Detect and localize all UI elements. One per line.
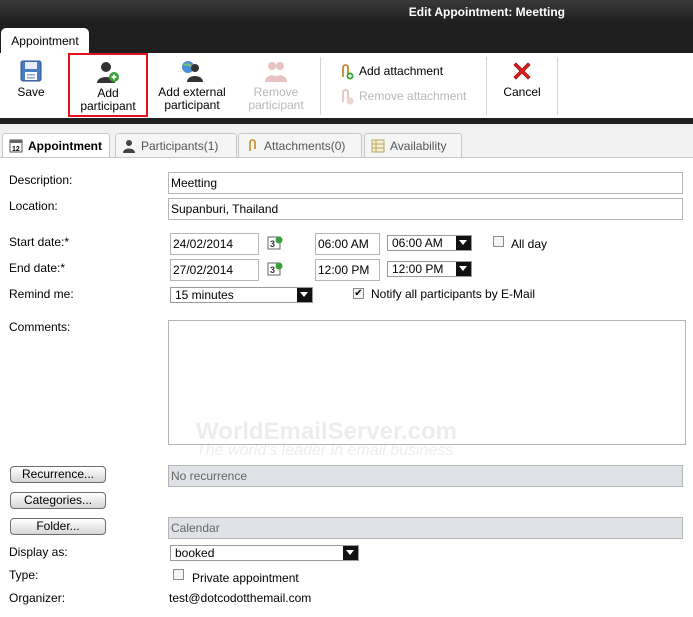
section-tabs: 12 Appointment Participants(1) Attachmen… [0,124,693,158]
add-person-icon [97,62,119,83]
start-date-field[interactable]: 24/02/2014 [170,233,259,255]
person-icon [123,140,135,153]
all-day-checkbox[interactable] [493,236,504,247]
organizer-value: test@dotcodotthemail.com [169,591,312,605]
table-icon [371,139,385,153]
add-attachment-button[interactable]: Add attachment [338,62,443,80]
start-time-field[interactable]: 06:00 AM [315,233,380,255]
end-time-select-value: 12:00 PM [392,262,444,276]
remove-participant-icon [265,62,287,82]
calendar-picker-icon[interactable]: 3 [267,235,283,251]
svg-text:3: 3 [270,239,275,249]
tab-appointment-top[interactable]: Appointment [1,28,89,53]
tab-availability[interactable]: Availability [364,133,462,157]
private-appointment-label: Private appointment [192,571,299,585]
folder-value: Calendar [168,517,683,539]
private-appointment-checkbox[interactable] [173,569,184,580]
toolbar-separator [557,57,558,115]
add-external-participant-button[interactable]: Add external participant [155,53,229,117]
chevron-down-icon [343,546,358,560]
remove-participant-button[interactable]: Remove participant [241,53,311,117]
start-time-select-value: 06:00 AM [392,236,443,250]
end-date-field[interactable]: 27/02/2014 [170,259,259,281]
chevron-down-icon [456,262,471,276]
remind-me-value: 15 minutes [175,288,234,302]
remove-attachment-icon [342,88,354,105]
remind-me-label: Remind me: [9,287,74,301]
notify-label: Notify all participants by E-Mail [371,287,536,301]
start-date-label: Start date:* [9,235,70,249]
remove-attachment-button[interactable]: Remove attachment [338,87,466,105]
remind-me-select[interactable]: 15 minutes [170,287,313,303]
save-label: Save [17,85,45,99]
add-participant-label-2: participant [80,99,136,113]
chevron-down-icon [297,288,312,302]
add-participant-button[interactable]: Add participant [68,53,148,117]
tabs-baseline [0,157,693,158]
tab-appointment[interactable]: 12 Appointment [2,133,110,158]
close-icon [513,62,531,80]
end-time-field[interactable]: 12:00 PM [315,259,380,281]
location-field[interactable]: Supanburi, Thailand [168,198,683,220]
toolbar-separator [486,57,487,115]
description-field[interactable]: Meetting [168,172,683,194]
end-time-select[interactable]: 12:00 PM [387,261,472,277]
categories-button[interactable]: Categories... [10,492,106,509]
tab-participants[interactable]: Participants(1) [115,133,237,157]
type-label: Type: [9,568,39,582]
all-day-label: All day [511,237,548,251]
display-as-value: booked [175,546,215,560]
recurrence-value: No recurrence [168,465,683,487]
calendar-picker-icon[interactable]: 3 [267,261,283,277]
save-button[interactable]: Save [8,53,54,117]
tab-attachments[interactable]: Attachments(0) [238,133,362,157]
add-attachment-icon [342,63,354,80]
window-titlebar: Edit Appointment: Meetting [0,0,693,25]
svg-text:12: 12 [12,146,20,153]
add-external-participant-icon [182,61,203,82]
chevron-down-icon [456,236,471,250]
location-label: Location: [9,199,58,213]
folder-button[interactable]: Folder... [10,518,106,535]
paperclip-icon [249,139,256,151]
description-label: Description: [9,173,73,187]
start-time-select[interactable]: 06:00 AM [387,235,472,251]
comments-textarea[interactable] [168,320,686,445]
recurrence-button[interactable]: Recurrence... [10,466,106,483]
comments-label: Comments: [9,320,71,334]
add-external-label-2: participant [164,98,220,112]
tab-availability-label: Availability [390,139,447,153]
cancel-button[interactable]: Cancel [496,53,548,117]
save-icon [20,60,42,82]
add-attachment-label: Add attachment [359,64,444,78]
tab-appointment-label: Appointment [28,139,102,153]
cancel-label: Cancel [503,85,541,99]
svg-text:3: 3 [270,265,275,275]
notify-checkbox[interactable]: ✔ [353,288,364,299]
calendar-icon: 12 [9,139,23,153]
tab-attachments-label: Attachments(0) [264,139,346,153]
toolbar-separator [320,57,321,115]
display-as-select[interactable]: booked [170,545,359,561]
toolbar: Save Add participant Add external partic… [0,53,693,119]
remove-attachment-label: Remove attachment [359,89,467,103]
top-tab-band [0,25,693,53]
tab-participants-label: Participants(1) [141,139,219,153]
end-date-label: End date:* [9,261,66,275]
window-title: Edit Appointment: Meetting [408,5,565,19]
organizer-label: Organizer: [9,591,66,605]
display-as-label: Display as: [9,545,68,559]
remove-participant-label-2: participant [248,98,304,112]
